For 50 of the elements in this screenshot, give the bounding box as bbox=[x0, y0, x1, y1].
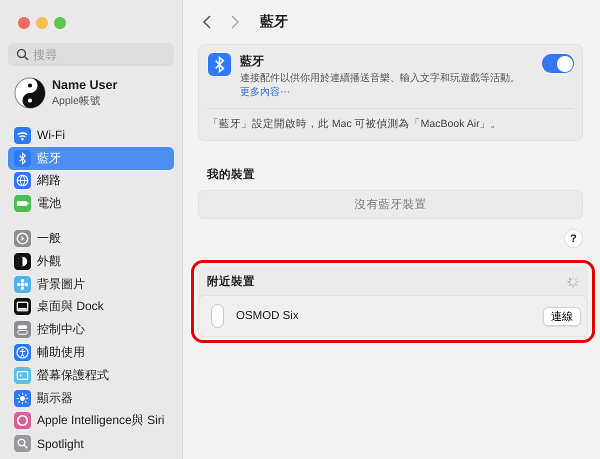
screensaver-icon bbox=[14, 366, 31, 384]
section-heading: 我的裝置 bbox=[206, 167, 256, 182]
discoverable-note: 「藍牙」設定開啟時，此 Mac 可被偵測為「MacBook Air」。 bbox=[207, 117, 503, 132]
sidebar-item[interactable]: 螢幕保護程式 bbox=[8, 364, 174, 387]
wallpaper-icon bbox=[14, 276, 31, 293]
account-subtitle: Apple帳號 bbox=[52, 94, 102, 108]
sidebar-item[interactable]: Wi-Fi bbox=[8, 124, 174, 147]
spotlight-icon bbox=[14, 435, 31, 452]
general-icon bbox=[14, 230, 31, 248]
close-button[interactable] bbox=[18, 17, 30, 29]
zoom-button[interactable] bbox=[54, 17, 66, 29]
mouse-icon bbox=[211, 304, 224, 328]
account-name[interactable]: Name User bbox=[52, 78, 118, 92]
avatar-icon[interactable] bbox=[14, 77, 46, 109]
desktop-icon bbox=[14, 298, 31, 316]
accessibility-icon bbox=[14, 344, 31, 362]
sidebar-item[interactable]: Spotlight bbox=[8, 432, 174, 456]
siri-icon bbox=[14, 412, 31, 430]
sidebar-item[interactable]: 電池 bbox=[8, 192, 174, 216]
connect-button[interactable]: 連線 bbox=[543, 306, 581, 326]
search-field[interactable]: 搜尋 bbox=[8, 43, 174, 66]
bluetooth-toggle[interactable] bbox=[542, 54, 574, 73]
spinner-icon bbox=[566, 274, 580, 288]
sidebar-item[interactable]: 輔助使用 bbox=[8, 341, 174, 364]
help-button[interactable]: ? bbox=[564, 229, 583, 248]
wifi-icon bbox=[14, 126, 31, 144]
page-title: 藍牙 bbox=[260, 13, 288, 31]
sidebar-item[interactable]: 桌面與 Dock bbox=[8, 296, 174, 318]
minimize-button[interactable] bbox=[36, 17, 48, 29]
more-link[interactable]: 更多內容⋯ bbox=[240, 87, 290, 98]
bluetooth-description: 連接配件以供你用於連續播送音樂、輸入文字和玩遊戲等活動。 更多內容⋯ bbox=[240, 72, 521, 100]
network-icon bbox=[14, 172, 31, 190]
sidebar-item[interactable]: Apple Intelligence與 Siri bbox=[8, 410, 174, 432]
device-name: OSMOD Six bbox=[236, 310, 300, 322]
display-icon bbox=[14, 390, 31, 407]
battery-icon bbox=[14, 195, 31, 212]
bluetooth-icon bbox=[208, 53, 231, 76]
sidebar-item[interactable]: 一般 bbox=[8, 227, 174, 250]
search-icon bbox=[16, 48, 29, 61]
sidebar-item[interactable]: 外觀 bbox=[8, 250, 174, 273]
appearance-icon bbox=[14, 252, 31, 270]
sidebar-item[interactable]: 背景圖片 bbox=[8, 272, 174, 296]
bluetooth-title: 藍牙 bbox=[240, 53, 265, 70]
sidebar-item[interactable]: 控制中心 bbox=[8, 318, 174, 342]
bluetooth-icon bbox=[14, 150, 31, 167]
section-heading: 附近裝置 bbox=[207, 274, 255, 289]
control-icon bbox=[14, 321, 31, 338]
sidebar-item[interactable]: 顯示器 bbox=[8, 386, 174, 410]
empty-device-list: 沒有藍牙裝置 bbox=[198, 190, 583, 219]
sidebar-item[interactable]: 網路 bbox=[8, 170, 174, 192]
